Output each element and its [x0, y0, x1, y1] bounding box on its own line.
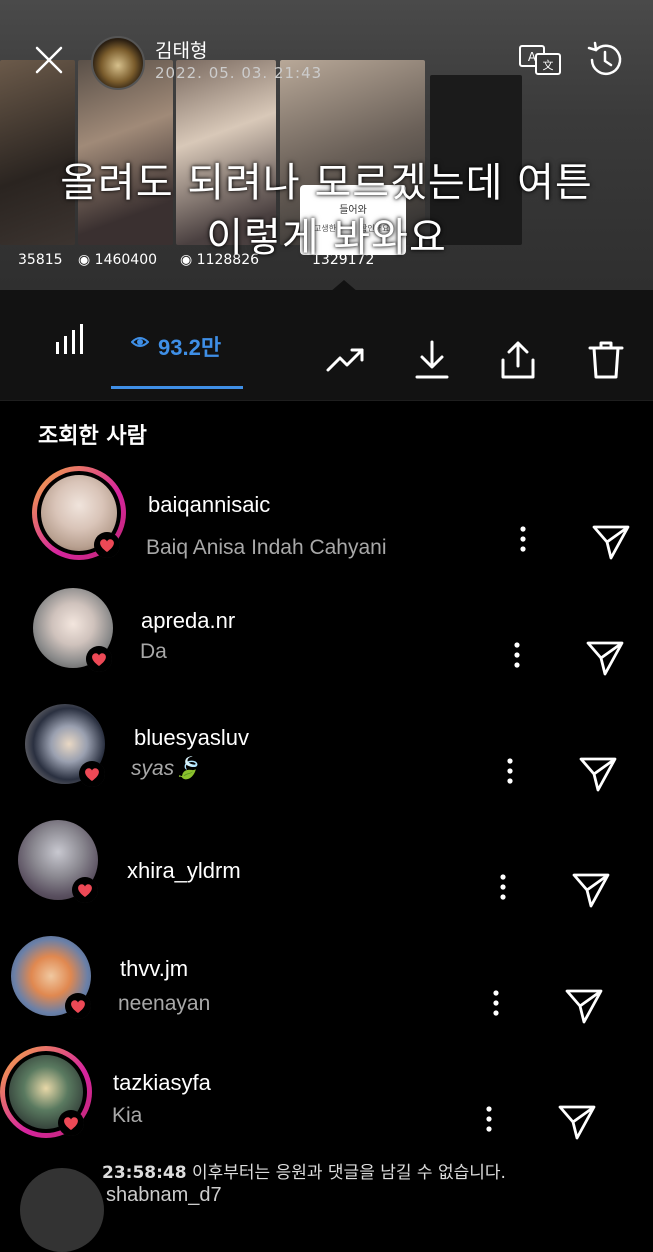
send-icon[interactable] [585, 638, 625, 678]
viewer-display-name: Da [140, 640, 167, 663]
viewer-username[interactable]: bluesyasluv [134, 725, 249, 751]
viewer-row[interactable]: thvv.jm neenayan [0, 930, 653, 1040]
more-vertical-icon[interactable] [505, 756, 515, 786]
send-icon[interactable] [557, 1102, 597, 1142]
viewer-display-name: neenayan [118, 992, 211, 1015]
more-vertical-icon[interactable] [491, 988, 501, 1018]
viewer-display-name: Baiq Anisa Indah Cahyani [146, 536, 387, 559]
view-count-label: 93.2만 [158, 335, 222, 360]
viewer-username[interactable]: shabnam_d7 [106, 1184, 222, 1207]
heart-icon [94, 532, 120, 558]
send-icon[interactable] [591, 522, 631, 562]
viewer-username[interactable]: apreda.nr [141, 608, 235, 634]
trending-icon[interactable] [325, 340, 365, 380]
more-vertical-icon[interactable] [484, 1104, 494, 1134]
story-caption-line-2: 이렇게 봐와요 [206, 215, 447, 261]
viewer-username[interactable]: tazkiasyfa [113, 1070, 211, 1096]
svg-text:A: A [528, 50, 537, 64]
heart-icon [86, 646, 112, 672]
svg-text:文: 文 [543, 58, 554, 72]
send-icon[interactable] [571, 870, 611, 910]
viewer-row[interactable]: bluesyasluv syas🍃 [0, 697, 653, 807]
author-username[interactable]: 김태형 [155, 36, 207, 63]
trash-icon[interactable] [586, 340, 626, 380]
more-vertical-icon[interactable] [512, 640, 522, 670]
avatar[interactable] [20, 1168, 104, 1252]
heart-icon [72, 877, 98, 903]
more-vertical-icon[interactable] [518, 524, 528, 554]
eye-icon [131, 337, 149, 347]
viewer-row[interactable]: apreda.nr Da [0, 580, 653, 690]
heart-icon [65, 993, 91, 1019]
send-icon[interactable] [564, 986, 604, 1026]
more-vertical-icon[interactable] [498, 872, 508, 902]
close-icon[interactable] [33, 44, 65, 76]
tab-underline [111, 386, 243, 389]
author-avatar[interactable] [91, 36, 145, 90]
heart-icon [79, 761, 105, 787]
viewer-username[interactable]: thvv.jm [120, 956, 188, 982]
viewer-display-name: syas🍃 [131, 757, 201, 780]
insights-toolbar: 93.2만 [0, 280, 653, 401]
toolbar-notch [330, 280, 358, 292]
notice-time: 23:58:48 [102, 1163, 187, 1183]
notice-message: 이후부터는 응원과 댓글을 남길 수 없습니다. [186, 1163, 506, 1183]
share-icon[interactable] [498, 340, 538, 380]
viewer-row[interactable]: tazkiasyfa Kia [0, 1044, 653, 1154]
viewer-row[interactable]: xhira_yldrm [0, 814, 653, 924]
send-icon[interactable] [578, 754, 618, 794]
viewer-username[interactable]: baiqannisaic [148, 492, 270, 518]
story-preview: 35815 ◉ 1460400 ◉ 1128826 1329172 들어와 고생… [0, 0, 653, 300]
translate-icon[interactable]: A 文 [518, 42, 562, 78]
story-caption-line-1: 올려도 되려나 모르겠는데 여튼 [60, 160, 593, 206]
viewer-username[interactable]: xhira_yldrm [127, 858, 241, 884]
story-date: 2022. 05. 03. 21:43 [155, 64, 323, 82]
comment-closed-notice: 23:58:48 이후부터는 응원과 댓글을 남길 수 없습니다. [102, 1158, 506, 1183]
download-icon[interactable] [412, 340, 452, 380]
bar-chart-icon[interactable] [54, 324, 88, 354]
viewer-display-name: Kia [112, 1104, 143, 1127]
viewers-section-title: 조회한 사람 [38, 424, 147, 449]
history-icon[interactable] [584, 40, 624, 80]
viewer-row[interactable]: baiqannisaic Baiq Anisa Indah Cahyani [0, 460, 653, 570]
heart-icon [58, 1110, 84, 1136]
